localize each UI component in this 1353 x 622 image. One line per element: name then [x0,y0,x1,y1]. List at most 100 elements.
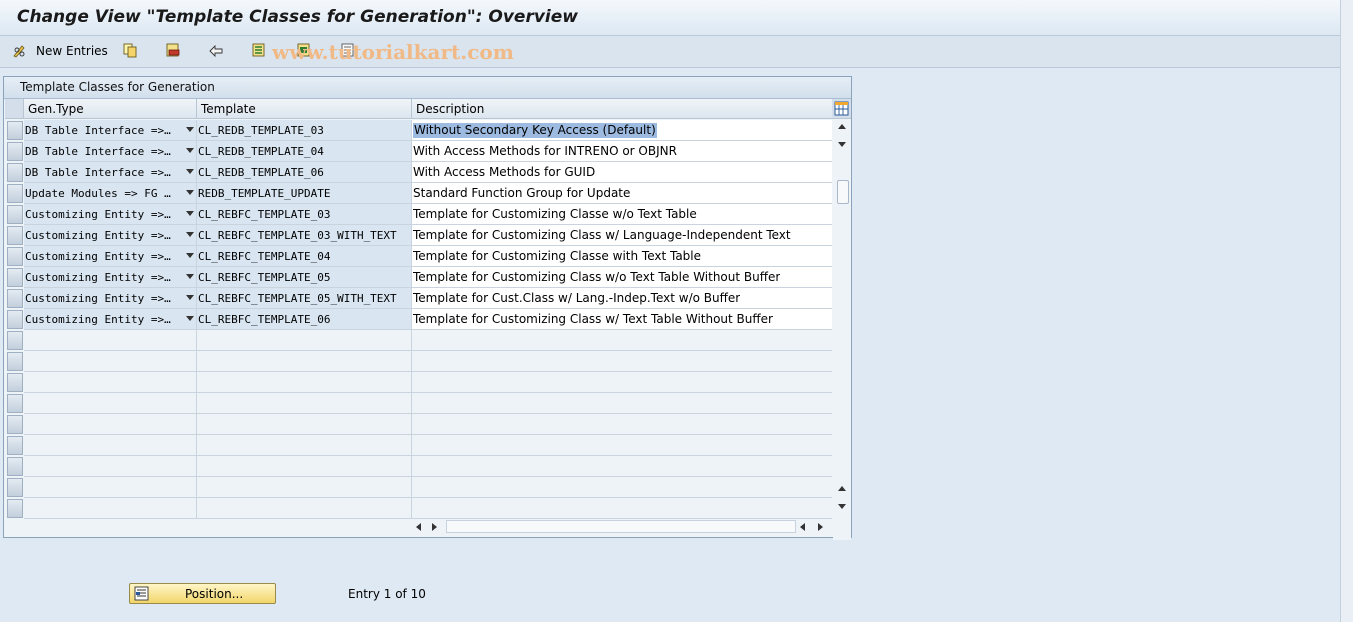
scroll-down-bottom-icon[interactable] [838,504,846,509]
column-header-gen-type[interactable]: Gen.Type [24,99,197,119]
template-cell[interactable]: CL_REBFC_TEMPLATE_04 [197,246,412,267]
template-cell[interactable]: CL_REDB_TEMPLATE_04 [197,141,412,162]
gen-type-cell[interactable]: Customizing Entity =>… [24,246,197,267]
row-selector[interactable] [7,310,23,329]
row-selector[interactable] [7,331,23,350]
row-selector[interactable] [7,415,23,434]
gen-type-cell[interactable]: Customizing Entity =>… [24,267,197,288]
table-settings-button[interactable] [832,99,851,119]
description-cell[interactable]: Template for Customizing Classe w/o Text… [412,204,832,225]
row-selector[interactable] [7,436,23,455]
table-row[interactable]: Customizing Entity =>… CL_REBFC_TEMPLATE_… [5,204,832,225]
scroll-right-end-icon[interactable] [818,523,823,531]
row-selector[interactable] [7,373,23,392]
scroll-left-icon[interactable] [416,523,421,531]
table-row[interactable] [5,477,832,498]
table-row[interactable]: DB Table Interface =>… CL_REDB_TEMPLATE_0… [5,120,832,141]
table-row[interactable]: DB Table Interface =>… CL_REDB_TEMPLATE_0… [5,162,832,183]
row-selector[interactable] [7,247,23,266]
description-cell[interactable]: Template for Cust.Class w/ Lang.-Indep.T… [412,288,832,309]
dropdown-arrow-icon[interactable] [186,295,194,300]
template-cell[interactable]: REDB_TEMPLATE_UPDATE [197,183,412,204]
scroll-up-icon[interactable] [838,124,846,129]
table-row[interactable] [5,414,832,435]
template-cell[interactable]: CL_REDB_TEMPLATE_06 [197,162,412,183]
row-selector[interactable] [7,205,23,224]
select-all-icon[interactable] [251,42,267,58]
table-row[interactable]: Customizing Entity =>… CL_REBFC_TEMPLATE_… [5,267,832,288]
description-cell[interactable]: Standard Function Group for Update [412,183,832,204]
gen-type-cell[interactable]: Customizing Entity =>… [24,309,197,330]
template-cell[interactable]: CL_REBFC_TEMPLATE_03 [197,204,412,225]
row-selector[interactable] [7,289,23,308]
table-row[interactable]: Customizing Entity =>… CL_REBFC_TEMPLATE_… [5,288,832,309]
dropdown-arrow-icon[interactable] [186,148,194,153]
scroll-thumb[interactable] [837,180,849,204]
delete-icon[interactable] [165,42,181,58]
row-selector[interactable] [7,142,23,161]
row-selector[interactable] [7,394,23,413]
dropdown-arrow-icon[interactable] [186,274,194,279]
row-selector[interactable] [7,268,23,287]
dropdown-arrow-icon[interactable] [186,127,194,132]
description-cell[interactable]: Template for Customizing Classe with Tex… [412,246,832,267]
row-selector[interactable] [7,121,23,140]
position-button[interactable]: Position... [129,583,276,604]
gen-type-cell[interactable]: DB Table Interface =>… [24,141,197,162]
dropdown-arrow-icon[interactable] [186,316,194,321]
table-row[interactable]: Update Modules => FG … REDB_TEMPLATE_UPDA… [5,183,832,204]
description-cell[interactable]: With Access Methods for INTRENO or OBJNR [412,141,832,162]
table-row[interactable] [5,330,832,351]
table-row[interactable] [5,498,832,519]
dropdown-arrow-icon[interactable] [186,253,194,258]
scroll-right-icon[interactable] [432,523,437,531]
scroll-up-bottom-icon[interactable] [838,486,846,491]
table-row[interactable]: Customizing Entity =>… CL_REBFC_TEMPLATE_… [5,309,832,330]
copy-icon[interactable] [122,42,138,58]
dropdown-arrow-icon[interactable] [186,211,194,216]
row-selector[interactable] [7,457,23,476]
select-all-rows-button[interactable] [5,99,24,119]
table-row[interactable] [5,435,832,456]
row-selector[interactable] [7,499,23,518]
scroll-down-icon[interactable] [838,142,846,147]
row-selector[interactable] [7,163,23,182]
gen-type-cell[interactable]: DB Table Interface =>… [24,120,197,141]
table-row[interactable]: Customizing Entity =>… CL_REBFC_TEMPLATE_… [5,246,832,267]
row-selector[interactable] [7,478,23,497]
table-row[interactable] [5,393,832,414]
table-row[interactable]: DB Table Interface =>… CL_REDB_TEMPLATE_0… [5,141,832,162]
gen-type-cell[interactable]: Update Modules => FG … [24,183,197,204]
gen-type-cell[interactable]: Customizing Entity =>… [24,204,197,225]
description-cell[interactable]: Template for Customizing Class w/o Text … [412,267,832,288]
gen-type-cell[interactable]: DB Table Interface =>… [24,162,197,183]
description-cell[interactable]: Template for Customizing Class w/ Text T… [412,309,832,330]
template-cell[interactable]: CL_REBFC_TEMPLATE_03_WITH_TEXT [197,225,412,246]
description-cell[interactable]: Template for Customizing Class w/ Langua… [412,225,832,246]
template-cell[interactable]: CL_REBFC_TEMPLATE_05 [197,267,412,288]
dropdown-arrow-icon[interactable] [186,190,194,195]
dropdown-arrow-icon[interactable] [186,232,194,237]
gen-type-cell[interactable]: Customizing Entity =>… [24,288,197,309]
row-selector[interactable] [7,352,23,371]
template-cell[interactable]: CL_REDB_TEMPLATE_03 [197,120,412,141]
table-row[interactable] [5,372,832,393]
table-row[interactable] [5,456,832,477]
gen-type-cell[interactable]: Customizing Entity =>… [24,225,197,246]
table-row[interactable] [5,351,832,372]
horizontal-scroll-track[interactable] [446,520,796,533]
dropdown-arrow-icon[interactable] [186,169,194,174]
template-cell[interactable]: CL_REBFC_TEMPLATE_05_WITH_TEXT [197,288,412,309]
table-row[interactable]: Customizing Entity =>… CL_REBFC_TEMPLATE_… [5,225,832,246]
description-cell[interactable]: With Access Methods for GUID [412,162,832,183]
row-selector[interactable] [7,184,23,203]
column-header-description[interactable]: Description [412,99,832,119]
row-selector[interactable] [7,226,23,245]
scroll-left-end-icon[interactable] [800,523,805,531]
column-header-template[interactable]: Template [197,99,412,119]
new-entries-button[interactable]: New Entries [12,42,108,60]
vertical-scrollbar[interactable] [833,120,851,540]
description-cell[interactable]: Without Secondary Key Access (Default) [412,120,832,141]
template-cell[interactable]: CL_REBFC_TEMPLATE_06 [197,309,412,330]
horizontal-scrollbar[interactable] [408,519,828,535]
